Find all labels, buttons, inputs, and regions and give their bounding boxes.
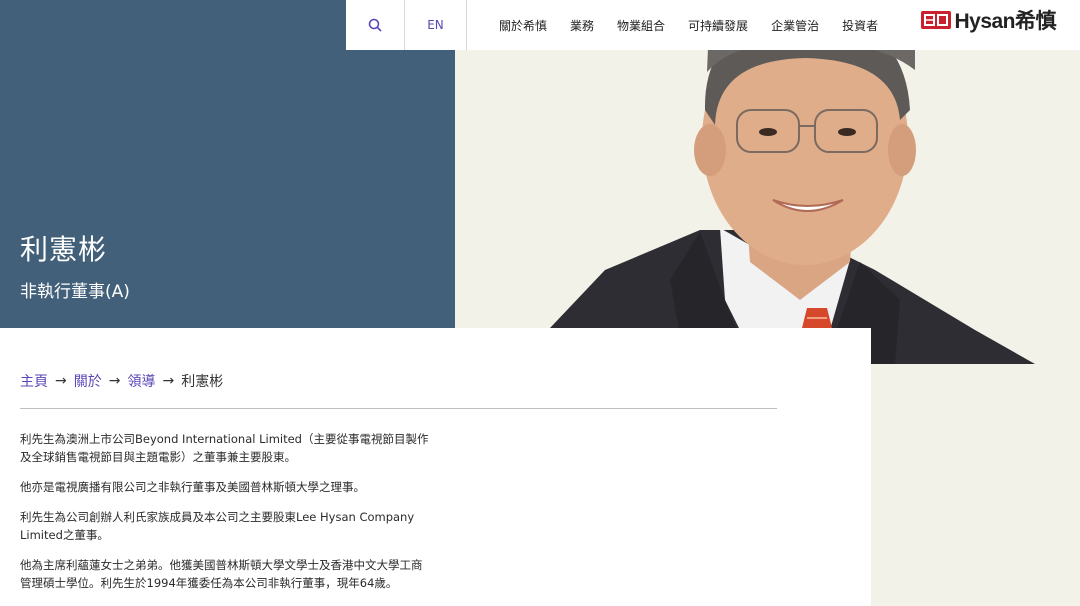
- breadcrumb-about[interactable]: 關於: [74, 371, 102, 391]
- breadcrumb-leadership[interactable]: 領導: [127, 371, 155, 391]
- nav-links: 關於希慎 業務 物業組合 可持續發展 企業管治 投資者: [499, 17, 901, 34]
- hysan-logo-mark: [921, 11, 952, 29]
- nav-item-sustainability[interactable]: 可持續發展: [688, 17, 748, 34]
- bio-paragraph: 利先生為公司創辦人利氏家族成員及本公司之主要股東Lee Hysan Compan…: [20, 510, 415, 542]
- person-title: 非執行董事(A): [20, 282, 130, 302]
- hysan-logo[interactable]: Hysan希慎: [921, 8, 1056, 33]
- person-name: 利憲彬: [20, 233, 108, 266]
- breadcrumb-home[interactable]: 主頁: [20, 371, 48, 391]
- nav-item-investors[interactable]: 投資者: [842, 17, 878, 34]
- nav-item-governance[interactable]: 企業管治: [771, 17, 819, 34]
- search-icon: [368, 18, 382, 32]
- breadcrumb: 主頁 → 關於 → 領導 → 利憲彬: [20, 371, 223, 391]
- nav-item-portfolio[interactable]: 物業組合: [617, 17, 665, 34]
- biography: 利先生為澳洲上市公司Beyond International Limited（主…: [20, 430, 430, 604]
- logo-text: Hysan希慎: [954, 10, 1056, 33]
- divider: [20, 408, 777, 409]
- bio-paragraph: 他為主席利蘊蓮女士之弟弟。他獲美國普林斯頓大學文學士及香港中文大學工商管理碩士學…: [20, 558, 423, 590]
- nav-item-about[interactable]: 關於希慎: [499, 17, 547, 34]
- language-toggle[interactable]: EN: [405, 0, 467, 50]
- top-navigation: EN 關於希慎 業務 物業組合 可持續發展 企業管治 投資者 Hysan希慎: [346, 0, 1080, 50]
- arrow-right-icon: →: [55, 373, 67, 389]
- arrow-right-icon: →: [108, 373, 121, 389]
- nav-item-business[interactable]: 業務: [570, 17, 594, 34]
- breadcrumb-current: 利憲彬: [181, 374, 224, 390]
- search-button[interactable]: [346, 0, 405, 50]
- bio-paragraph: 利先生為澳洲上市公司Beyond International Limited（主…: [20, 432, 429, 464]
- arrow-right-icon: →: [162, 373, 175, 389]
- bio-paragraph: 他亦是電視廣播有限公司之非執行董事及美國普林斯頓大學之理事。: [20, 480, 365, 494]
